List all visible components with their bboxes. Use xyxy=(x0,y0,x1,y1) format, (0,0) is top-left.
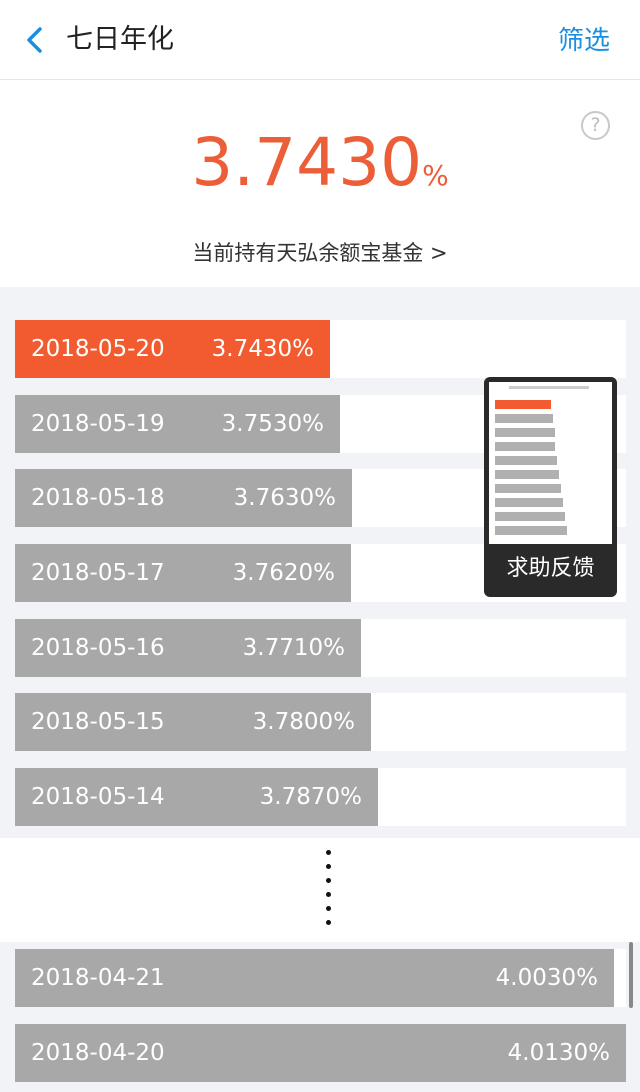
screenshot-thumbnail xyxy=(489,382,612,544)
row-rate: 4.0130% xyxy=(507,1040,610,1066)
row-rate: 3.7620% xyxy=(232,560,335,586)
list-item[interactable]: 2018-05-15 3.7800% xyxy=(15,693,626,751)
row-date: 2018-05-20 xyxy=(31,336,165,362)
rate-bar: 2018-04-20 4.0130% xyxy=(15,1024,626,1082)
rate-bar: 2018-05-20 3.7430% xyxy=(15,320,330,378)
current-rate: 3.7430% xyxy=(0,125,640,201)
row-rate: 4.0030% xyxy=(495,965,598,991)
vertical-ellipsis-icon xyxy=(326,850,334,934)
row-date: 2018-05-18 xyxy=(31,485,165,511)
row-date: 2018-05-14 xyxy=(31,784,165,810)
row-date: 2018-05-15 xyxy=(31,709,165,735)
rate-bar: 2018-05-19 3.7530% xyxy=(15,395,340,453)
rate-bar: 2018-05-17 3.7620% xyxy=(15,544,351,602)
list-item[interactable]: 2018-05-14 3.7870% xyxy=(15,768,626,826)
list-item[interactable]: 2018-04-20 4.0130% xyxy=(15,1024,626,1082)
row-rate: 3.7800% xyxy=(252,709,355,735)
scrollbar[interactable] xyxy=(629,942,633,1008)
row-rate: 3.7870% xyxy=(259,784,362,810)
current-rate-value: 3.7430 xyxy=(191,124,423,201)
rate-bar: 2018-05-18 3.7630% xyxy=(15,469,352,527)
list-item[interactable]: 2018-05-16 3.7710% xyxy=(15,619,626,677)
feedback-label: 求助反馈 xyxy=(506,556,595,581)
rate-bar: 2018-05-16 3.7710% xyxy=(15,619,361,677)
feedback-help-button[interactable]: 求助反馈 xyxy=(484,377,617,597)
rate-bar: 2018-05-14 3.7870% xyxy=(15,768,378,826)
row-rate: 3.7710% xyxy=(242,635,345,661)
list-item[interactable]: 2018-04-21 4.0030% xyxy=(15,949,626,1007)
rate-summary: ? 3.7430% 当前持有天弘余额宝基金 > xyxy=(0,81,640,286)
omitted-rows-gap xyxy=(0,838,640,942)
held-fund-link[interactable]: 当前持有天弘余额宝基金 > xyxy=(0,237,640,267)
back-arrow-icon[interactable] xyxy=(22,26,50,54)
row-date: 2018-05-16 xyxy=(31,635,165,661)
top-nav-bar: 七日年化 筛选 xyxy=(0,0,640,80)
row-date: 2018-04-21 xyxy=(31,965,165,991)
row-date: 2018-05-19 xyxy=(31,411,165,437)
rate-bar: 2018-05-15 3.7800% xyxy=(15,693,371,751)
row-rate: 3.7430% xyxy=(211,336,314,362)
row-date: 2018-04-20 xyxy=(31,1040,165,1066)
rate-bar: 2018-04-21 4.0030% xyxy=(15,949,614,1007)
page-title: 七日年化 xyxy=(66,24,174,55)
list-item[interactable]: 2018-05-20 3.7430% xyxy=(15,320,626,378)
current-rate-unit: % xyxy=(422,159,449,192)
row-rate: 3.7530% xyxy=(221,411,324,437)
row-rate: 3.7630% xyxy=(233,485,336,511)
row-date: 2018-05-17 xyxy=(31,560,165,586)
filter-button[interactable]: 筛选 xyxy=(558,24,610,58)
